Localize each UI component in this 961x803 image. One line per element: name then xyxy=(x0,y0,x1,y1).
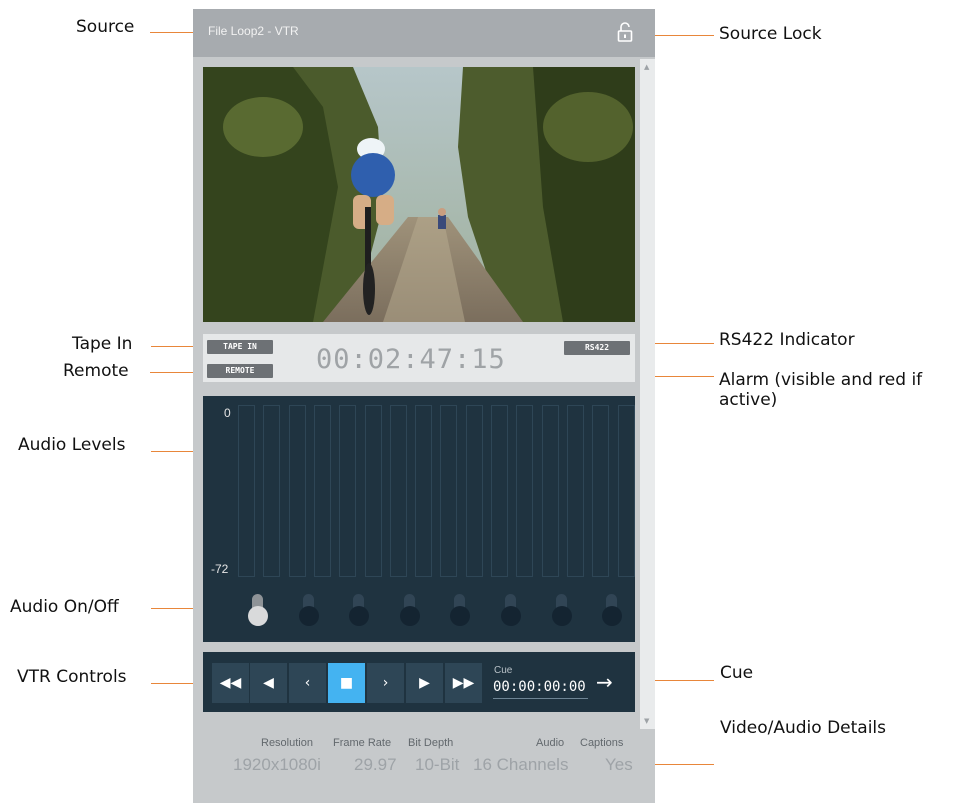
callout-source-line xyxy=(150,32,193,33)
timecode-strip: TAPE IN REMOTE 00:02:47:15 RS422 xyxy=(203,334,635,382)
audio-toggle[interactable] xyxy=(501,594,521,626)
resolution-value: 1920x1080i xyxy=(233,755,321,774)
remote-indicator: REMOTE xyxy=(207,364,273,378)
callout-rs422: RS422 Indicator xyxy=(719,330,855,350)
audio-level-bottom: -72 xyxy=(211,562,229,576)
audio-meter xyxy=(465,405,483,577)
unlock-icon[interactable] xyxy=(617,22,633,42)
frame-rate-value: 29.97 xyxy=(354,755,397,774)
cue-label: Cue xyxy=(494,665,513,676)
cue-go-arrow-icon[interactable]: → xyxy=(596,670,613,694)
play-reverse-button[interactable]: ◀ xyxy=(250,663,287,703)
audio-meter xyxy=(263,405,281,577)
callout-alarm: Alarm (visible and red if active) xyxy=(719,370,923,410)
cue-time-input[interactable]: 00:00:00:00 xyxy=(493,679,588,699)
vtr-source-panel: File Loop2 - VTR ▲ ▼ TAPE IN REMOTE 00:0… xyxy=(193,9,655,803)
audio-meter xyxy=(541,405,559,577)
callout-cue: Cue xyxy=(720,663,754,683)
audio-toggle[interactable] xyxy=(399,594,420,626)
rs422-indicator: RS422 xyxy=(564,341,630,355)
audio-meter xyxy=(288,405,306,577)
audio-label: Audio xyxy=(536,737,565,749)
callout-audio-onoff: Audio On/Off xyxy=(10,597,119,617)
audio-toggle[interactable] xyxy=(349,594,370,626)
audio-toggle[interactable] xyxy=(298,594,319,626)
scroll-up-icon[interactable]: ▲ xyxy=(644,63,649,71)
callout-details-line xyxy=(654,764,714,765)
panel-scrollbar[interactable]: ▲ ▼ xyxy=(640,59,655,729)
audio-toggle[interactable] xyxy=(551,594,572,626)
audio-meter xyxy=(415,405,433,577)
audio-meter xyxy=(566,405,584,577)
audio-levels: 0 -72 xyxy=(203,396,635,642)
fast-forward-button[interactable]: ▶▶ xyxy=(445,663,482,703)
play-button[interactable]: ▶ xyxy=(406,663,443,703)
audio-meter xyxy=(389,405,407,577)
source-title[interactable]: File Loop2 - VTR xyxy=(208,24,299,38)
callout-source: Source xyxy=(76,17,135,37)
callout-remote: Remote xyxy=(63,361,129,381)
audio-level-top: 0 xyxy=(224,406,231,420)
captions-value: Yes xyxy=(605,755,633,774)
stop-button[interactable]: ■ xyxy=(328,663,365,703)
step-forward-button[interactable]: › xyxy=(367,663,404,703)
callout-source-lock: Source Lock xyxy=(719,24,822,44)
audio-meter xyxy=(592,405,610,577)
source-header: File Loop2 - VTR xyxy=(193,9,655,57)
tape-in-indicator: TAPE IN xyxy=(207,340,273,354)
audio-meter xyxy=(617,405,635,577)
audio-toggle[interactable] xyxy=(450,594,471,626)
audio-meter xyxy=(238,405,255,577)
resolution-label: Resolution xyxy=(261,737,313,749)
scroll-down-icon[interactable]: ▼ xyxy=(644,717,649,725)
audio-value: 16 Channels xyxy=(473,755,569,774)
bit-depth-value: 10-Bit xyxy=(415,755,460,774)
callout-details: Video/Audio Details xyxy=(720,718,887,738)
frame-rate-label: Frame Rate xyxy=(333,737,392,749)
audio-meter xyxy=(313,405,331,577)
callout-audio-levels: Audio Levels xyxy=(18,435,126,455)
audio-meter xyxy=(440,405,458,577)
callout-tape-in: Tape In xyxy=(72,334,133,354)
audio-meter xyxy=(516,405,534,577)
vtr-controls: ◀◀ ◀ ‹ ■ › ▶ ▶▶ Cue 00:00:00:00 → xyxy=(203,652,635,712)
video-audio-details: Resolution 1920x1080i Frame Rate 29.97 B… xyxy=(193,729,655,803)
audio-meter xyxy=(491,405,508,577)
callout-vtr-controls: VTR Controls xyxy=(17,667,127,687)
audio-meter xyxy=(364,405,382,577)
audio-toggle[interactable] xyxy=(602,594,623,626)
timecode-display: 00:02:47:15 xyxy=(316,344,506,375)
captions-label: Captions xyxy=(580,737,624,749)
video-preview xyxy=(203,67,635,322)
rewind-button[interactable]: ◀◀ xyxy=(212,663,249,703)
bit-depth-label: Bit Depth xyxy=(408,737,454,749)
audio-meter xyxy=(339,405,357,577)
audio-toggle[interactable] xyxy=(248,594,268,626)
step-back-button[interactable]: ‹ xyxy=(289,663,326,703)
